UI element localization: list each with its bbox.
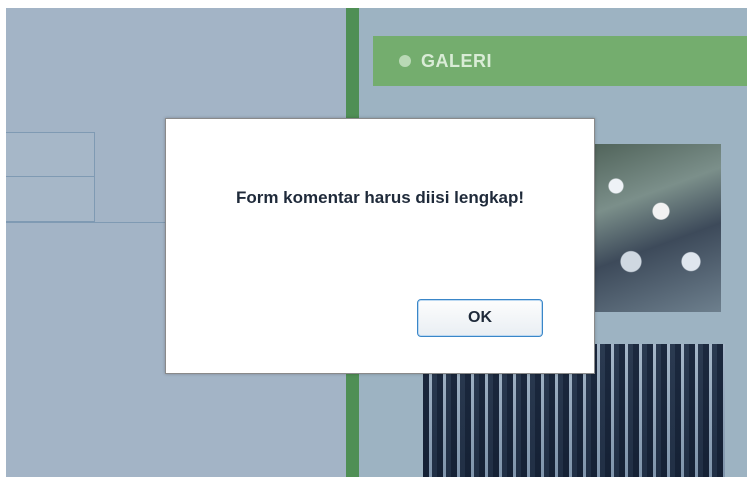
comment-form-fields [6,132,95,222]
bullet-icon [399,55,411,67]
alert-message: Form komentar harus diisi lengkap! [235,188,525,207]
gallery-title: GALERI [421,50,493,71]
gallery-header: GALERI [373,36,747,86]
ok-button[interactable]: OK [417,299,543,337]
form-underline [6,222,166,223]
alert-dialog: Form komentar harus diisi lengkap! OK [165,118,595,374]
form-field-divider [6,176,94,177]
web-page: GALERI Form komentar harus diisi lengkap… [6,8,747,477]
